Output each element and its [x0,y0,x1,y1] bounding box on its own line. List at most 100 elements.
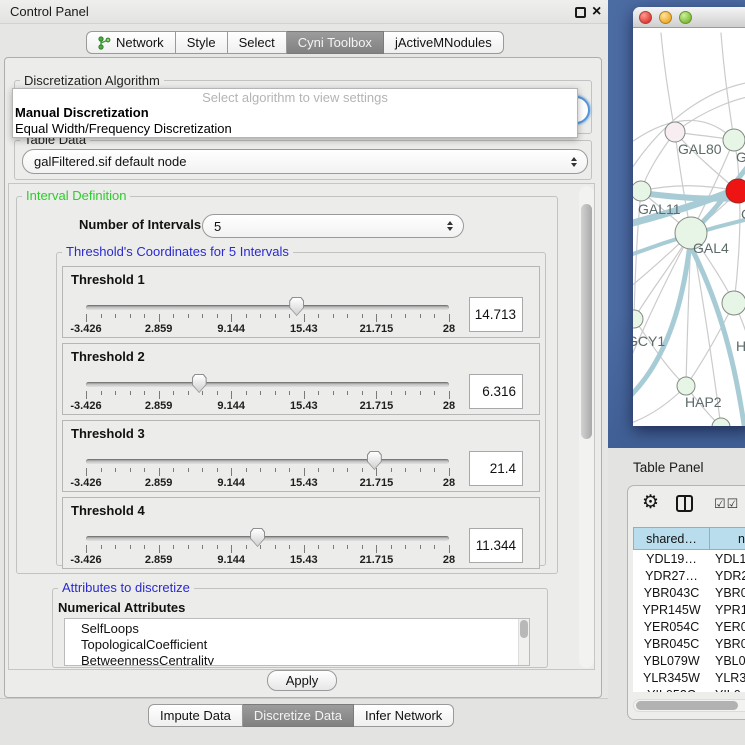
number-of-intervals-value: 5 [214,219,221,234]
threshold-value-field[interactable]: 11.344 [469,528,523,563]
table-row[interactable]: YPR145WYPR1 [633,601,745,618]
table-cell[interactable]: YBR0 [710,584,745,601]
columns-icon[interactable] [676,495,693,512]
table-cell[interactable]: YIL0 [710,686,745,692]
tick-mark [86,545,87,553]
table-cell[interactable]: YER0 [710,618,745,635]
column-header[interactable]: shared… [633,527,710,550]
tick-mark [115,545,116,549]
apply-button[interactable]: Apply [267,670,337,691]
gear-icon[interactable]: ⚙ [642,491,659,514]
threshold-value-field[interactable]: 21.4 [469,451,523,486]
tick-mark [130,468,131,472]
table-data-combobox[interactable]: galFiltered.sif default node [22,149,588,174]
tab-discretize-data[interactable]: Discretize Data [243,704,354,727]
minimize-traffic-light-icon[interactable] [659,11,672,24]
algorithm-option-equal-width[interactable]: Equal Width/Frequency Discretization [13,121,577,137]
network-node-gal4[interactable]: GAL4 [675,217,729,256]
table-cell[interactable]: YDL1 [710,550,745,567]
attribute-item[interactable]: TopologicalCoefficient [81,637,529,653]
table-row[interactable]: YBR043CYBR0 [633,584,745,601]
node-label: GAL4 [693,240,729,256]
table-row[interactable]: YDR27…YDR2 [633,567,745,584]
attribute-item[interactable]: SelfLoops [81,621,529,637]
tick-mark [101,391,102,395]
tick-mark [144,468,145,472]
slider-track[interactable] [86,382,449,387]
number-of-intervals-combobox[interactable]: 5 [202,214,464,238]
slider-track[interactable] [86,536,449,541]
table-row[interactable]: YLR345WYLR3 [633,669,745,686]
table-cell[interactable]: YDL19… [633,550,710,567]
table-cell[interactable]: YBR0 [710,635,745,652]
table-cell[interactable]: YDR2 [710,567,745,584]
tab-jactivemnodules[interactable]: jActiveMNodules [384,31,504,54]
tick-mark [101,314,102,318]
table-row[interactable]: YBR045CYBR0 [633,635,745,652]
tick-label: 28 [443,323,455,335]
tick-mark [391,545,392,549]
scrollbar-thumb[interactable] [636,701,738,710]
table-cell[interactable]: YLR345W [633,669,710,686]
tick-label: 28 [443,400,455,412]
table-cell[interactable]: YLR3 [710,669,745,686]
close-traffic-light-icon[interactable] [639,11,652,24]
table-cell[interactable]: YBR045C [633,635,710,652]
tick-label: 21.715 [360,554,394,566]
tick-mark [260,468,261,472]
table-row[interactable]: YER054CYER0 [633,618,745,635]
tick-mark [449,391,450,399]
threshold-1-panel: Threshold 1-3.4262.8599.14415.4321.71528… [62,266,540,338]
scrollbar-thumb[interactable] [520,620,528,638]
tab-cyni-toolbox[interactable]: Cyni Toolbox [287,31,384,54]
network-node-gal80[interactable]: GAL80 [665,122,722,157]
zoom-traffic-light-icon[interactable] [679,11,692,24]
tab-impute-data[interactable]: Impute Data [148,704,243,727]
tick-mark [318,545,319,549]
select-columns-checkbox-icons[interactable]: ☑☑ [714,496,739,512]
table-cell[interactable]: YBR043C [633,584,710,601]
spinner-arrows-icon [447,221,453,231]
table-cell[interactable]: YBL079W [633,652,710,669]
tick-mark [449,314,450,322]
scrollbar-thumb[interactable] [581,204,592,439]
network-edge [641,186,738,191]
threshold-value-field[interactable]: 14.713 [469,297,523,332]
tab-style[interactable]: Style [176,31,228,54]
column-header[interactable]: na [709,527,745,550]
table-row[interactable]: YBL079WYBL0 [633,652,745,669]
table-cell[interactable]: YPR145W [633,601,710,618]
close-icon[interactable]: × [592,3,601,21]
table-row[interactable]: YIL052CYIL0 [633,686,745,692]
network-icon [98,36,111,50]
tick-mark [173,545,174,549]
threshold-value-field[interactable]: 6.316 [469,374,523,409]
tab-infer-network[interactable]: Infer Network [354,704,454,727]
tick-mark [144,314,145,318]
node-label: GAL80 [678,141,722,157]
table-cell[interactable]: YER054C [633,618,710,635]
vertical-scrollbar[interactable] [579,186,594,668]
tab-network[interactable]: Network [86,31,176,54]
network-window-titlebar[interactable] [633,7,745,28]
table-cell[interactable]: YBL0 [710,652,745,669]
slider-track[interactable] [86,459,449,464]
network-node-g[interactable]: G [723,129,745,165]
table-row[interactable]: YDL19…YDL1 [633,550,745,567]
threshold-label: Threshold 3 [71,426,145,441]
tick-mark [420,468,421,472]
slider-track[interactable] [86,305,449,310]
table-cell[interactable]: YPR1 [710,601,745,618]
tab-select[interactable]: Select [228,31,287,54]
attribute-item[interactable]: BetweennessCentrality [81,653,529,666]
tab-label: Cyni Toolbox [298,35,372,50]
tick-label: 2.859 [145,477,173,489]
network-canvas[interactable]: GAL80GCGAL11GAL4GCY1HHAP2 [633,29,745,426]
network-node[interactable] [712,418,730,426]
table-cell[interactable]: YDR27… [633,567,710,584]
attributes-list-scrollbar[interactable] [518,619,529,665]
table-cell[interactable]: YIL052C [633,686,710,692]
horizontal-scrollbar[interactable] [633,699,745,712]
float-window-icon[interactable] [575,7,586,18]
algorithm-option-manual[interactable]: Manual Discretization [13,105,577,121]
